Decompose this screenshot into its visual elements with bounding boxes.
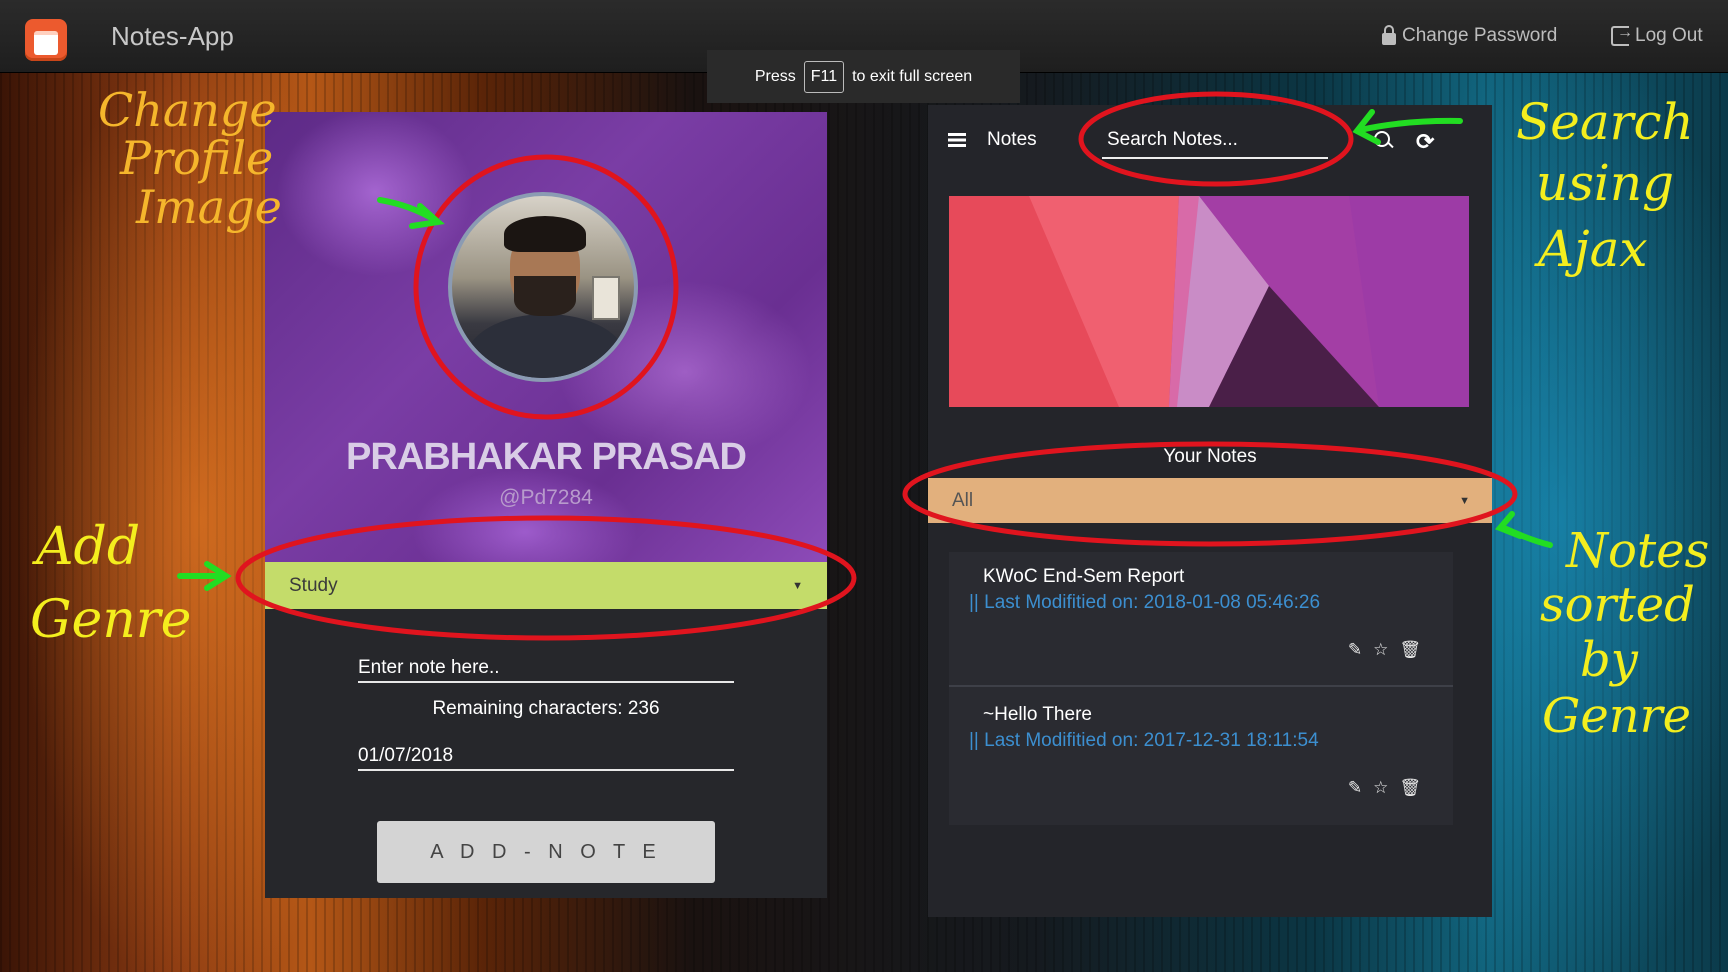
search-arrow <box>1357 117 1463 133</box>
annotation-line: Genre <box>30 589 192 650</box>
annotation-line: using <box>1536 153 1675 212</box>
annotation-line: Add <box>36 517 141 577</box>
change-profile-annotation: Change Profile Image <box>98 86 282 231</box>
annotation-line: Profile <box>120 131 274 186</box>
annotation-line: Genre <box>1542 688 1692 745</box>
annotation-line: by <box>1580 631 1638 688</box>
genre-select-highlight <box>235 515 857 641</box>
search-highlight <box>1078 91 1354 187</box>
annotation-line: Change <box>98 83 277 137</box>
profile-image-highlight <box>413 154 679 420</box>
annotation-line: sorted <box>1540 577 1695 634</box>
filter-arrow-head <box>1494 511 1523 539</box>
filter-highlight <box>902 441 1518 547</box>
notes-sorted-annotation: Notes sorted by Genre <box>1520 526 1709 742</box>
annotation-line: Image <box>136 179 282 234</box>
add-genre-annotation: Add Genre <box>30 520 191 647</box>
annotation-line: Notes <box>1566 523 1710 579</box>
annotation-line: Search <box>1516 93 1694 151</box>
search-ajax-annotation: Search using Ajax <box>1516 96 1694 276</box>
annotation-line: Ajax <box>1538 220 1648 278</box>
